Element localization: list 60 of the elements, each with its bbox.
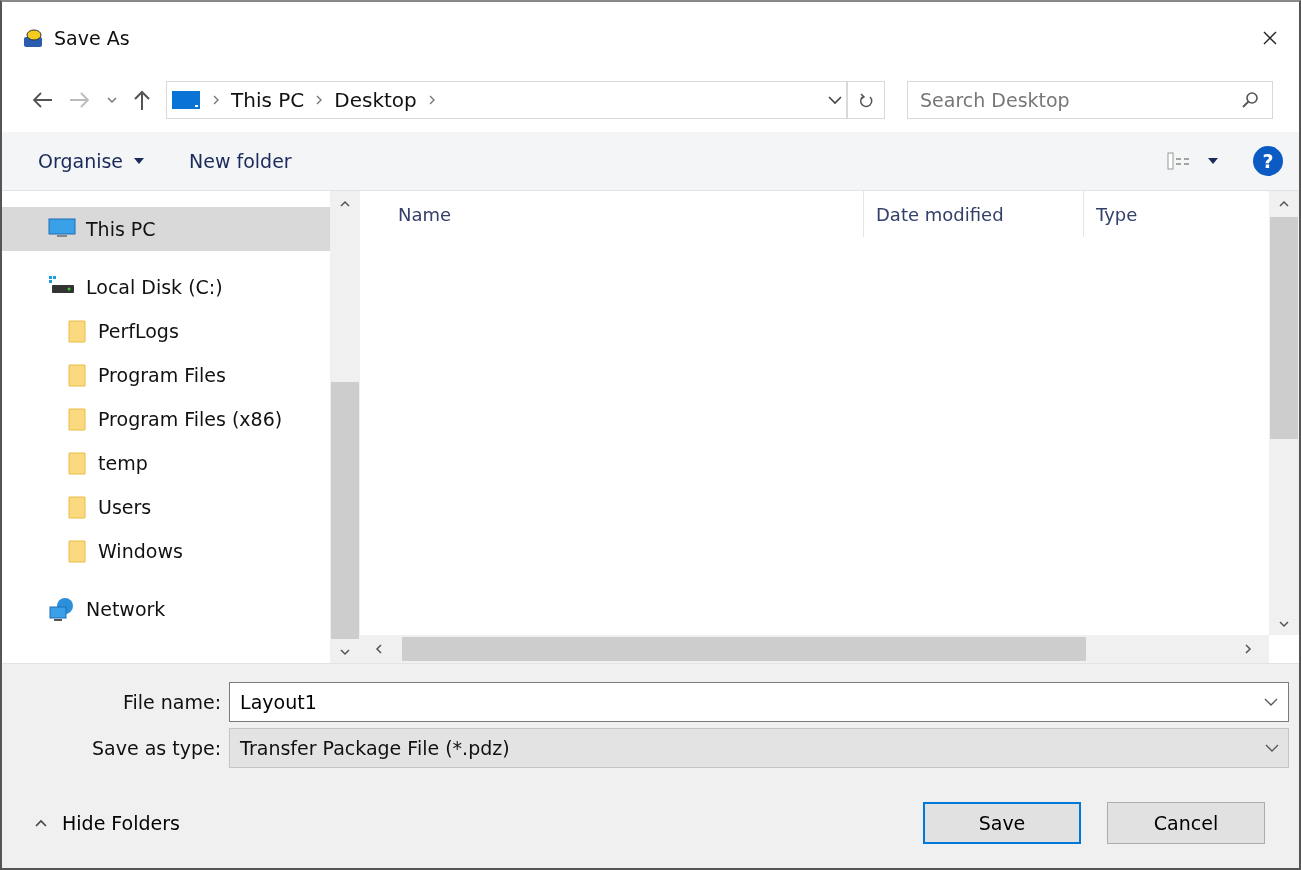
- dropdown-chevron-icon: [1264, 743, 1280, 753]
- caret-icon: [1207, 157, 1219, 165]
- help-button[interactable]: ?: [1253, 146, 1283, 176]
- search-icon[interactable]: [1241, 91, 1259, 109]
- organise-menu-button[interactable]: Organise: [28, 146, 156, 176]
- refresh-button[interactable]: [847, 81, 885, 119]
- scroll-down-icon: [339, 647, 351, 657]
- folder-icon: [68, 539, 86, 563]
- sidebar-item[interactable]: PerfLogs: [2, 309, 330, 353]
- sidebar-item[interactable]: Program Files: [2, 353, 330, 397]
- monitor-icon: [171, 89, 201, 111]
- scrollbar[interactable]: [360, 635, 1269, 663]
- scroll-thumb[interactable]: [331, 382, 359, 639]
- folder-icon: [68, 451, 86, 475]
- sidebar-item[interactable]: Program Files (x86): [2, 397, 330, 441]
- file-type-dropdown[interactable]: Transfer Package File (*.pdz): [229, 728, 1289, 768]
- column-header[interactable]: Type: [1084, 191, 1269, 237]
- up-arrow-icon[interactable]: [132, 89, 152, 111]
- dialog-button[interactable]: Save: [923, 802, 1081, 844]
- sidebar-item[interactable]: Windows: [2, 529, 330, 573]
- sidebar-item[interactable]: This PC: [2, 207, 330, 251]
- recent-chevron-icon[interactable]: [106, 95, 118, 105]
- scroll-up-icon: [339, 199, 351, 209]
- scroll-up-icon: [1278, 199, 1290, 209]
- sidebar-item[interactable]: Users: [2, 485, 330, 529]
- scroll-thumb[interactable]: [402, 637, 1086, 661]
- new-folder-button[interactable]: New folder: [179, 146, 302, 176]
- sidebar-item[interactable]: Network: [2, 587, 330, 631]
- folder-icon: [68, 363, 86, 387]
- scrollbar[interactable]: [1269, 191, 1299, 635]
- scroll-down-icon: [1278, 619, 1290, 629]
- address-bar[interactable]: This PC Desktop: [166, 81, 847, 119]
- scrollbar[interactable]: [330, 191, 360, 663]
- breadcrumb[interactable]: This PC: [231, 88, 305, 112]
- folder-icon: [68, 407, 86, 431]
- field-label: Save as type:: [92, 737, 222, 759]
- sidebar-item[interactable]: Local Disk (C:): [2, 265, 330, 309]
- folder-icon: [68, 495, 86, 519]
- caret-icon: [133, 157, 146, 165]
- scroll-left-icon: [374, 643, 384, 655]
- dialog-button[interactable]: Cancel: [1107, 802, 1265, 844]
- column-header[interactable]: Date modified: [864, 191, 1084, 237]
- breadcrumb[interactable]: Desktop: [334, 88, 417, 112]
- refresh-icon: [858, 91, 874, 109]
- file-name-field[interactable]: Layout1: [229, 682, 1289, 722]
- app-icon: [22, 27, 44, 49]
- field-label: File name:: [122, 691, 222, 713]
- network-icon: [48, 597, 76, 621]
- close-icon[interactable]: [1261, 29, 1279, 47]
- sidebar-item[interactable]: temp: [2, 441, 330, 485]
- dropdown-chevron-icon[interactable]: [1263, 697, 1279, 707]
- back-arrow-icon[interactable]: [30, 90, 54, 110]
- chevron-up-icon: [34, 818, 48, 828]
- hide-folders-button[interactable]: Hide Folders: [30, 808, 184, 838]
- search-field[interactable]: Search Desktop: [907, 81, 1273, 119]
- scroll-thumb[interactable]: [1270, 217, 1298, 439]
- scroll-right-icon: [1243, 643, 1253, 655]
- folder-icon: [68, 319, 86, 343]
- column-header[interactable]: Name: [360, 191, 864, 237]
- window-title: Save As: [54, 27, 130, 49]
